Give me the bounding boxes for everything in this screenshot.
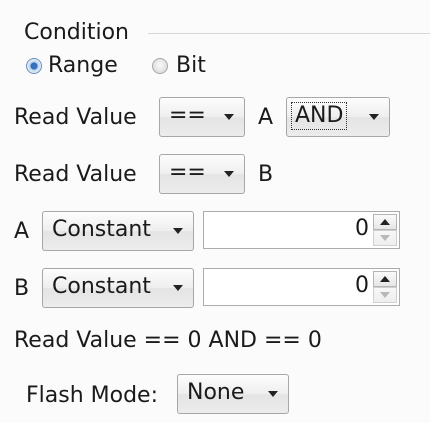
b-value-text: 0: [355, 273, 369, 298]
a-source-select[interactable]: Constant: [42, 211, 194, 251]
bit-radio-button[interactable]: [152, 58, 168, 74]
b-spin-down-button[interactable]: [373, 287, 397, 303]
read-value-label-1: Read Value: [14, 105, 137, 130]
range-radio-button[interactable]: [26, 58, 42, 74]
group-divider: [148, 33, 430, 34]
chevron-down-icon: [224, 171, 234, 177]
range-radio-label: Range: [48, 53, 118, 78]
a-spin-up-button[interactable]: [373, 214, 397, 230]
b-spin-up-button[interactable]: [373, 271, 397, 287]
chevron-down-icon: [369, 114, 379, 120]
logic-select[interactable]: AND: [286, 97, 390, 137]
flash-mode-select-value: None: [187, 380, 245, 405]
chevron-down-icon: [173, 228, 183, 234]
a-value-text: 0: [355, 216, 369, 241]
bit-radio-label: Bit: [176, 53, 206, 78]
condition-panel: Condition Range Bit Read Value == A AND …: [0, 0, 430, 423]
b-row-label: B: [14, 276, 30, 301]
range-radio-option[interactable]: Range: [26, 53, 138, 79]
a-spin-down-button[interactable]: [373, 230, 397, 246]
flash-mode-select[interactable]: None: [177, 374, 289, 414]
condition-group-title: Condition: [24, 20, 129, 45]
b-source-select-value: Constant: [52, 274, 151, 299]
b-value-spinbox[interactable]: 0: [203, 268, 400, 306]
chevron-down-icon: [173, 285, 183, 291]
operator-select-2-value: ==: [169, 160, 206, 185]
flash-mode-label: Flash Mode:: [26, 383, 158, 408]
arrow-up-icon: [380, 219, 390, 225]
condition-summary: Read Value == 0 AND == 0: [14, 328, 322, 353]
arrow-down-icon: [380, 292, 390, 298]
a-source-select-value: Constant: [52, 217, 151, 242]
chevron-down-icon: [224, 114, 234, 120]
a-row-label: A: [14, 219, 30, 244]
operator-select-1-value: ==: [169, 103, 206, 128]
read-value-label-2: Read Value: [14, 162, 137, 187]
arrow-up-icon: [380, 276, 390, 282]
operand-b-label: B: [258, 162, 274, 187]
operand-a-label: A: [258, 105, 274, 130]
arrow-down-icon: [380, 235, 390, 241]
operator-select-2[interactable]: ==: [159, 154, 245, 194]
chevron-down-icon: [268, 391, 278, 397]
operator-select-1[interactable]: ==: [159, 97, 245, 137]
a-value-spinbox[interactable]: 0: [203, 211, 400, 249]
bit-radio-option[interactable]: Bit: [152, 53, 222, 79]
b-source-select[interactable]: Constant: [42, 268, 194, 308]
logic-select-value: AND: [290, 102, 348, 130]
